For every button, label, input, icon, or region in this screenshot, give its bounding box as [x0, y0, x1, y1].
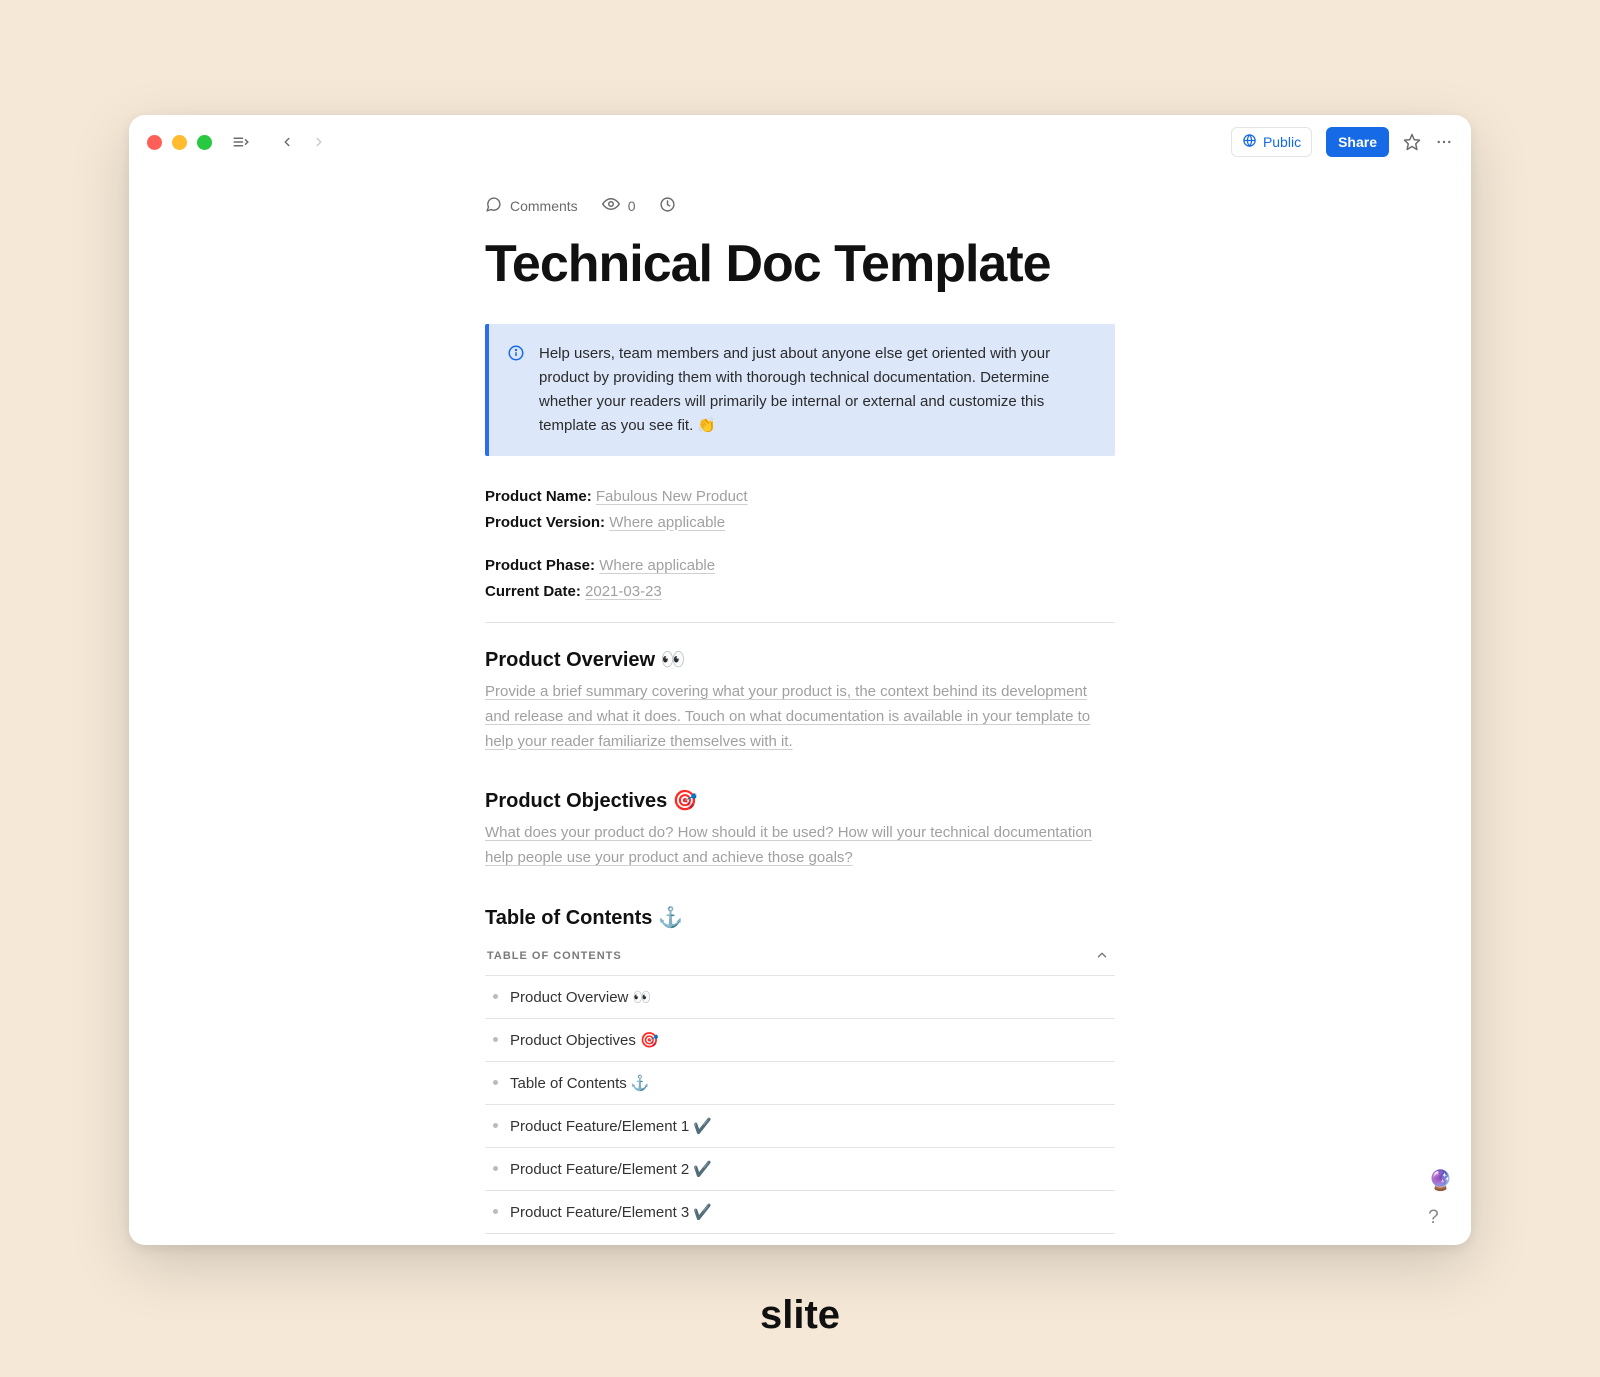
favorite-star-icon[interactable] — [1403, 133, 1421, 151]
bullet-icon — [493, 1209, 498, 1214]
app-window: Public Share Comments 0 — [129, 115, 1471, 1245]
titlebar-right: Public Share — [1231, 127, 1453, 157]
doc-meta-row: Comments 0 — [485, 195, 1115, 216]
field-value[interactable]: 2021-03-23 — [585, 583, 662, 600]
floating-help-icons: 🔮 ? — [1428, 1168, 1453, 1229]
field-current-date: Current Date: 2021-03-23 — [485, 579, 1115, 605]
placeholder-product-overview[interactable]: Provide a brief summary covering what yo… — [485, 680, 1115, 754]
field-value[interactable]: Fabulous New Product — [596, 488, 748, 505]
toggle-sidebar-icon[interactable] — [232, 133, 250, 151]
field-label: Current Date: — [485, 583, 581, 600]
info-icon — [507, 344, 525, 438]
heading-table-of-contents: Table of Contents ⚓ — [485, 905, 1115, 930]
titlebar-left — [147, 133, 326, 151]
toc-item-label: Table of Contents ⚓ — [510, 1074, 650, 1092]
share-button[interactable]: Share — [1326, 127, 1389, 157]
heading-product-overview: Product Overview 👀 — [485, 647, 1115, 672]
info-callout: Help users, team members and just about … — [485, 324, 1115, 456]
toc-item[interactable]: Table of Contents ⚓ — [485, 1062, 1115, 1105]
globe-icon — [1242, 133, 1257, 151]
placeholder-product-objectives[interactable]: What does your product do? How should it… — [485, 821, 1115, 871]
toc-item-label: Product Feature/Element 1 ✔️ — [510, 1117, 712, 1135]
toc-item[interactable]: Product Objectives 🎯 — [485, 1019, 1115, 1062]
views-count: 0 — [628, 198, 636, 214]
field-label: Product Name: — [485, 488, 592, 505]
field-product-phase: Product Phase: Where applicable — [485, 553, 1115, 579]
toc-item-label: Product Feature/Element 3 ✔️ — [510, 1203, 712, 1221]
bullet-icon — [493, 1080, 498, 1085]
visibility-label: Public — [1263, 134, 1301, 150]
titlebar: Public Share — [129, 115, 1471, 165]
toc-item[interactable]: Product Feature/Element 2 ✔️ — [485, 1148, 1115, 1191]
close-window-button[interactable] — [147, 135, 162, 150]
more-options-icon[interactable] — [1435, 133, 1453, 151]
divider — [485, 622, 1115, 623]
crystal-ball-icon[interactable]: 🔮 — [1428, 1168, 1453, 1193]
help-button[interactable]: ? — [1428, 1207, 1453, 1229]
bullet-icon — [493, 1166, 498, 1171]
bullet-icon — [493, 1037, 498, 1042]
eye-icon — [602, 195, 620, 216]
toc-item-label: Product Overview 👀 — [510, 988, 651, 1006]
clock-refresh-icon — [659, 196, 676, 216]
views-indicator[interactable]: 0 — [602, 195, 636, 216]
chevron-up-icon — [1095, 948, 1109, 965]
comments-button[interactable]: Comments — [485, 196, 578, 216]
visibility-public-button[interactable]: Public — [1231, 127, 1312, 157]
field-label: Product Version: — [485, 514, 605, 531]
comments-label: Comments — [510, 198, 578, 214]
toc-widget-label: TABLE OF CONTENTS — [487, 950, 622, 962]
toc-item-label: Product Feature/Element 2 ✔️ — [510, 1160, 712, 1178]
bullet-icon — [493, 994, 498, 999]
back-button[interactable] — [280, 135, 294, 149]
toc-item-label: Product Objectives 🎯 — [510, 1031, 659, 1049]
toc-list: Product Overview 👀 Product Objectives 🎯 Ta… — [485, 976, 1115, 1245]
toc-item[interactable]: Product Feature/Element 1 ✔️ — [485, 1105, 1115, 1148]
comment-icon — [485, 196, 502, 216]
field-product-name: Product Name: Fabulous New Product — [485, 484, 1115, 510]
toc-widget-header[interactable]: TABLE OF CONTENTS — [485, 938, 1115, 976]
field-value[interactable]: Where applicable — [599, 557, 715, 574]
field-label: Product Phase: — [485, 557, 595, 574]
toc-item[interactable]: Product Overview 👀 — [485, 976, 1115, 1019]
callout-text: Help users, team members and just about … — [539, 342, 1093, 438]
toc-item[interactable]: Product Feature/Element 4 ✔️ — [485, 1234, 1115, 1245]
page-title: Technical Doc Template — [485, 234, 1115, 294]
field-value[interactable]: Where applicable — [609, 514, 725, 531]
field-product-version: Product Version: Where applicable — [485, 510, 1115, 536]
window-controls — [147, 135, 212, 150]
brand-logo: slite — [760, 1293, 840, 1338]
minimize-window-button[interactable] — [172, 135, 187, 150]
heading-product-objectives: Product Objectives 🎯 — [485, 788, 1115, 813]
maximize-window-button[interactable] — [197, 135, 212, 150]
nav-arrows — [280, 135, 326, 149]
document-body: Comments 0 Technical Doc Template Help u… — [485, 165, 1115, 1245]
toc-item[interactable]: Product Feature/Element 3 ✔️ — [485, 1191, 1115, 1234]
history-button[interactable] — [659, 196, 676, 216]
forward-button[interactable] — [312, 135, 326, 149]
bullet-icon — [493, 1123, 498, 1128]
